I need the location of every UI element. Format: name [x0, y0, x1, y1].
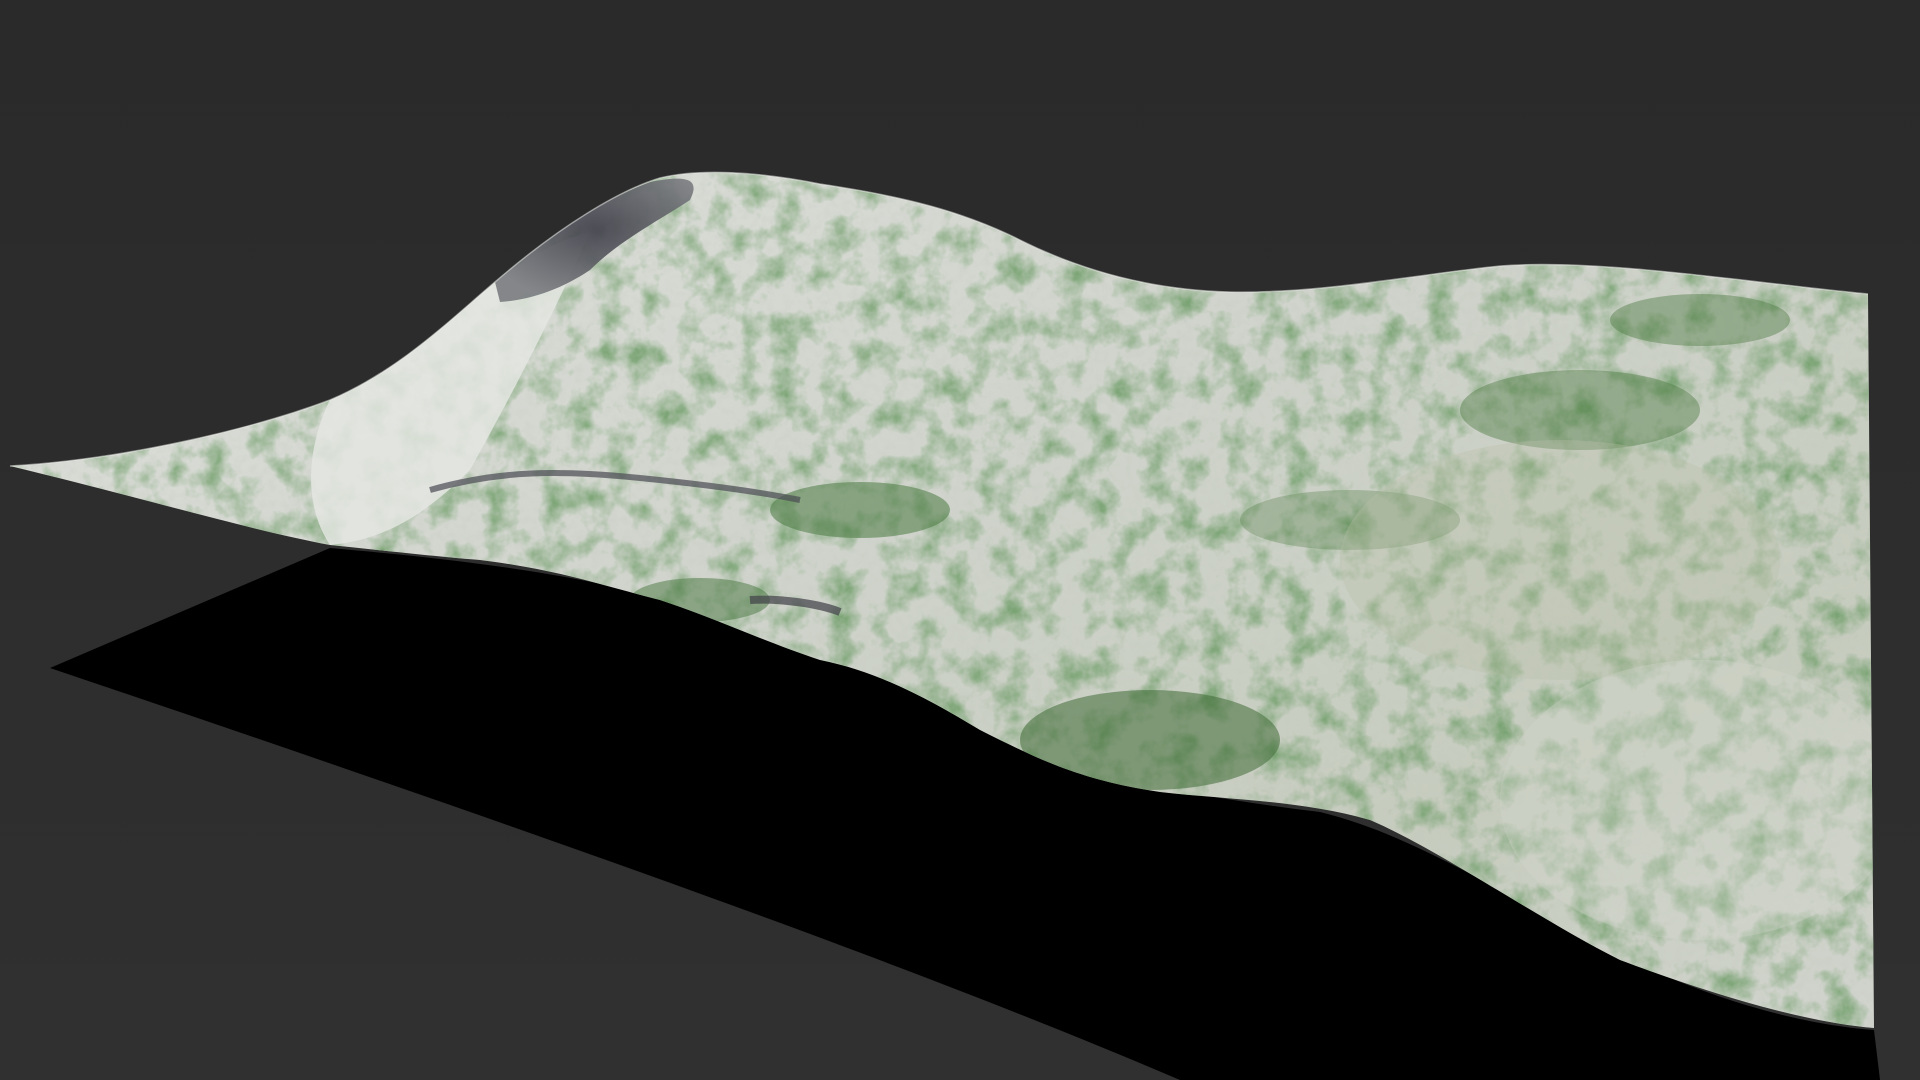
scene-canvas — [0, 0, 1920, 1080]
3d-viewport[interactable] — [0, 0, 1920, 1080]
